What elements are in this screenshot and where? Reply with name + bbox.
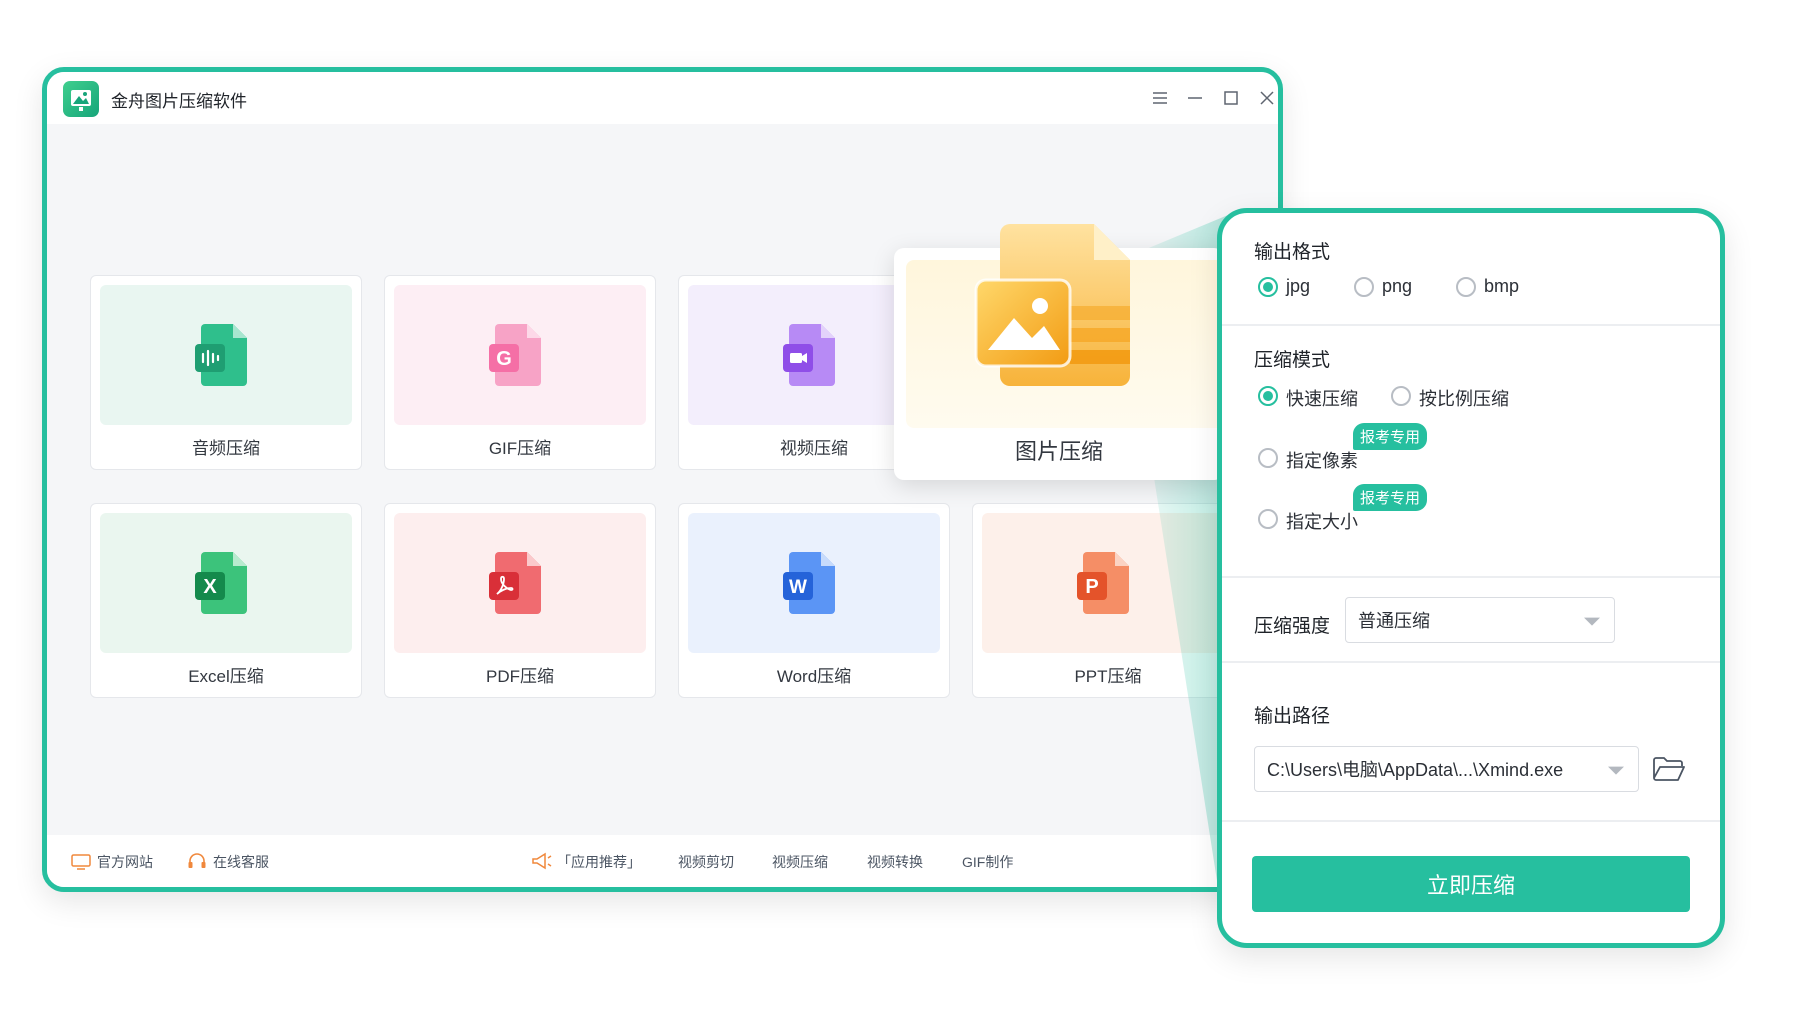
exam-only-badge: 报考专用 xyxy=(1353,484,1428,511)
support-label: 在线客服 xyxy=(213,854,269,870)
output-format-title: 输出格式 xyxy=(1254,242,1331,263)
tool-card-label: Word压缩 xyxy=(776,667,852,686)
website-icon xyxy=(71,854,91,870)
tool-card-label: Excel压缩 xyxy=(188,667,264,686)
video-file-icon xyxy=(783,324,835,386)
divider xyxy=(1222,820,1720,822)
tool-card-preview xyxy=(394,513,646,653)
tool-card-pdf[interactable]: PDF压缩 xyxy=(384,503,656,698)
chevron-down-icon xyxy=(1584,617,1600,626)
exam-only-badge: 报考专用 xyxy=(1353,423,1428,450)
compress-mode-title: 压缩模式 xyxy=(1254,350,1331,371)
support-link[interactable]: 在线客服 xyxy=(187,852,269,872)
tool-card-preview xyxy=(100,285,352,425)
title-bar: 金舟图片压缩软件 xyxy=(47,72,1278,124)
mode-fast-radio[interactable] xyxy=(1258,386,1278,406)
format-png-radio[interactable] xyxy=(1354,277,1374,297)
format-bmp-radio[interactable] xyxy=(1456,277,1476,297)
gif-file-icon: G xyxy=(489,324,541,386)
tool-card-excel[interactable]: X Excel压缩 xyxy=(90,503,362,698)
mode-ratio-label: 按比例压缩 xyxy=(1419,389,1509,409)
mode-size-radio[interactable] xyxy=(1258,509,1278,529)
image-file-icon xyxy=(974,224,1130,386)
maximize-icon[interactable] xyxy=(1218,85,1244,111)
output-path-value: C:\Users\电脑\AppData\...\Xmind.exe xyxy=(1267,760,1564,780)
website-label: 官方网站 xyxy=(97,854,153,870)
mode-size-label: 指定大小 xyxy=(1286,512,1358,532)
app-title: 金舟图片压缩软件 xyxy=(111,92,247,111)
tool-card-preview: G xyxy=(394,285,646,425)
app-logo-icon xyxy=(63,81,99,117)
word-file-icon: W xyxy=(783,552,835,614)
format-jpg-radio[interactable] xyxy=(1258,277,1278,297)
website-link[interactable]: 官方网站 xyxy=(71,852,153,872)
recommend-label: 「应用推荐」 xyxy=(531,852,641,872)
settings-panel: 输出格式 jpg png bmp 压缩模式 快速压缩 按比例压缩 指定像素 报考… xyxy=(1217,208,1725,948)
divider xyxy=(1222,661,1720,663)
compress-now-button[interactable]: 立即压缩 xyxy=(1252,856,1690,912)
format-jpg-label: jpg xyxy=(1286,276,1311,296)
tool-card-gif[interactable]: G GIF压缩 xyxy=(384,275,656,470)
svg-text:X: X xyxy=(203,576,217,598)
mode-ratio-radio[interactable] xyxy=(1391,386,1411,406)
pdf-file-icon xyxy=(489,552,541,614)
headset-icon xyxy=(188,853,206,868)
megaphone-icon xyxy=(532,852,552,870)
strength-select[interactable]: 普通压缩 xyxy=(1345,597,1615,643)
mode-pixel-label: 指定像素 xyxy=(1286,451,1358,471)
svg-text:W: W xyxy=(789,577,807,598)
output-path-select[interactable]: C:\Users\电脑\AppData\...\Xmind.exe xyxy=(1254,746,1639,792)
recommend-text: 「应用推荐」 xyxy=(557,854,641,870)
format-bmp-label: bmp xyxy=(1484,276,1520,296)
folder-open-icon[interactable] xyxy=(1652,754,1686,784)
footer-link-video-compress[interactable]: 视频压缩 xyxy=(772,852,828,872)
tool-card-label: GIF压缩 xyxy=(488,439,552,458)
footer-link-video-convert[interactable]: 视频转换 xyxy=(867,852,923,872)
footer-link-video-cut[interactable]: 视频剪切 xyxy=(678,852,734,872)
excel-file-icon: X xyxy=(195,552,247,614)
featured-label: 图片压缩 xyxy=(1014,439,1103,464)
tool-card-label: 音频压缩 xyxy=(192,439,260,458)
footer-link-gif-make[interactable]: GIF制作 xyxy=(962,852,1013,872)
divider xyxy=(1222,576,1720,578)
tool-card-label: PDF压缩 xyxy=(486,667,554,686)
audio-file-icon xyxy=(195,324,247,386)
tool-card-preview: W xyxy=(688,513,940,653)
output-path-title: 输出路径 xyxy=(1254,706,1331,727)
svg-text:G: G xyxy=(496,348,512,370)
divider xyxy=(1222,324,1720,326)
minimize-icon[interactable] xyxy=(1182,85,1208,111)
menu-icon[interactable] xyxy=(1147,85,1173,111)
mode-pixel-radio[interactable] xyxy=(1258,448,1278,468)
mode-fast-label: 快速压缩 xyxy=(1286,389,1358,409)
tool-card-word[interactable]: W Word压缩 xyxy=(678,503,950,698)
chevron-down-icon xyxy=(1608,766,1624,775)
format-png-label: png xyxy=(1382,276,1413,296)
close-icon[interactable] xyxy=(1254,85,1278,111)
tool-card-preview: X xyxy=(100,513,352,653)
strength-title: 压缩强度 xyxy=(1254,616,1331,637)
strength-value: 普通压缩 xyxy=(1358,611,1430,631)
tool-card-audio[interactable]: 音频压缩 xyxy=(90,275,362,470)
